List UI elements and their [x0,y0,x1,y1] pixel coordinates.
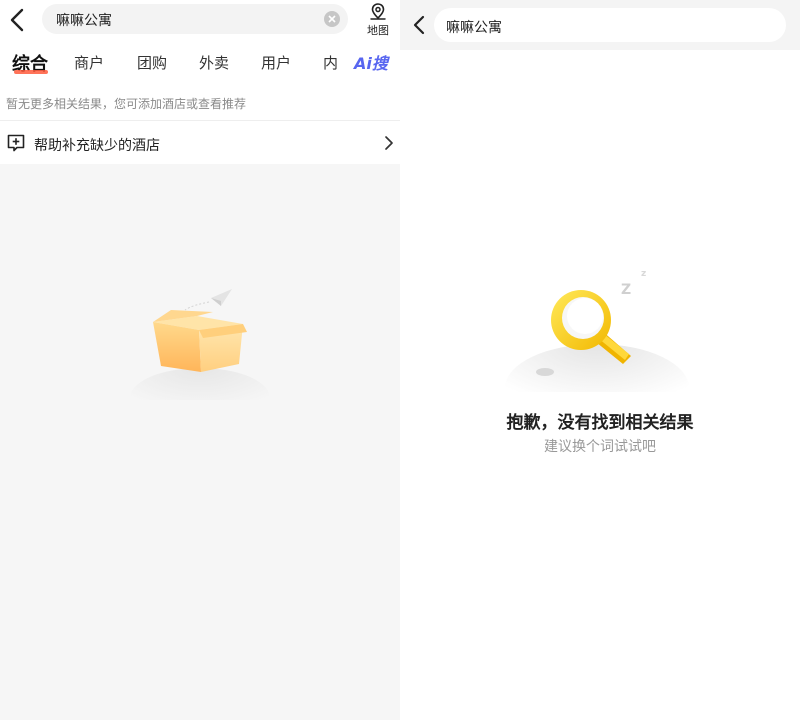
search-query-text: 嘛嘛公寓 [56,13,112,29]
help-add-hotel-label: 帮助补充缺少的酒店 [34,138,160,154]
map-label: 地图 [367,24,389,37]
help-add-hotel-row[interactable]: 帮助补充缺少的酒店 [0,120,400,164]
empty-state-title: 抱歉，没有找到相关结果 [506,413,694,433]
tab-ai-search[interactable]: Ai搜 [354,50,388,74]
magnifier-sleeping-illustration: Z z [505,269,689,392]
right-header: 嘛嘛公寓 [400,0,800,50]
no-more-results-notice: 暂无更多相关结果，您可添加酒店或查看推荐 [6,97,247,111]
tab-takeout[interactable]: 外卖 [199,52,229,73]
left-search-page: 嘛嘛公寓 地图 综合 商户 团购 外卖 用户 内 Ai搜 暂无更多相关结果，您可… [0,0,400,720]
tab-group-buy[interactable]: 团购 [137,52,167,73]
clear-icon[interactable] [324,11,340,27]
screenshot-root: 嘛嘛公寓 地图 综合 商户 团购 外卖 用户 内 Ai搜 暂无更多相关结果，您可… [0,0,800,720]
tab-scroll-fade [336,48,352,78]
left-header: 嘛嘛公寓 地图 综合 商户 团购 外卖 用户 内 Ai搜 暂无更多相关结果，您可… [0,0,400,120]
search-input[interactable]: 嘛嘛公寓 [42,4,348,34]
tab-users[interactable]: 用户 [261,52,291,73]
svg-text:Z: Z [621,282,631,298]
search-input[interactable]: 嘛嘛公寓 [434,8,786,42]
tab-merchants[interactable]: 商户 [74,52,104,73]
map-button[interactable]: 地图 [362,2,394,38]
svg-text:z: z [641,269,646,279]
empty-state-subtitle: 建议换个词试试吧 [544,439,656,455]
chevron-right-icon [385,136,393,150]
back-arrow-icon[interactable] [6,6,30,34]
active-tab-underline [14,70,48,74]
search-query-text: 嘛嘛公寓 [446,20,502,36]
category-tabs: 综合 商户 团购 外卖 用户 内 Ai搜 [0,48,400,80]
add-note-icon [7,134,25,152]
empty-box-illustration [130,289,270,400]
back-arrow-icon[interactable] [412,14,426,36]
map-pin-icon [370,3,386,20]
